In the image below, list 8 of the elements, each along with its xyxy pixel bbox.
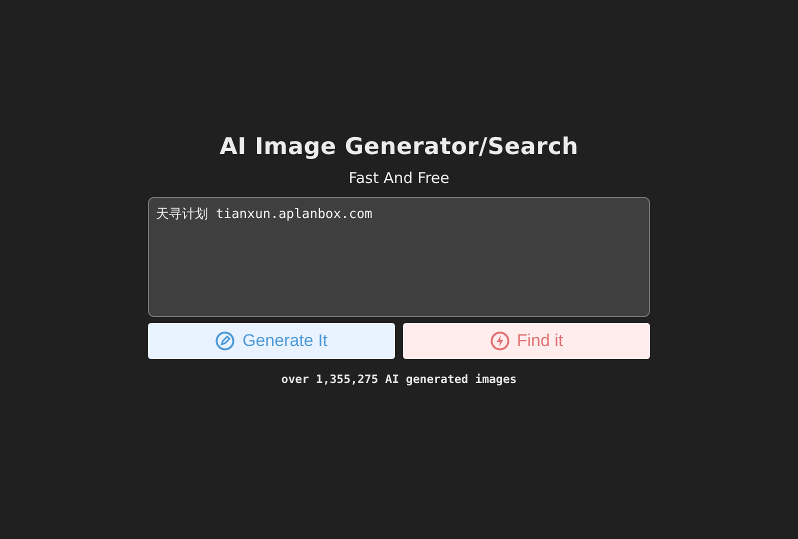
subtitle: Fast And Free (348, 168, 450, 188)
pencil-circle-icon (215, 331, 236, 351)
page-title: AI Image Generator/Search (220, 133, 578, 162)
prompt-field[interactable]: 天寻计划 tianxun.aplanbox.com (148, 197, 650, 317)
generate-button[interactable]: Generate It (148, 323, 395, 359)
find-button[interactable]: Find it (403, 323, 650, 359)
lightning-circle-icon (490, 331, 510, 351)
image-count-text: over 1,355,275 AI generated images (281, 372, 517, 386)
